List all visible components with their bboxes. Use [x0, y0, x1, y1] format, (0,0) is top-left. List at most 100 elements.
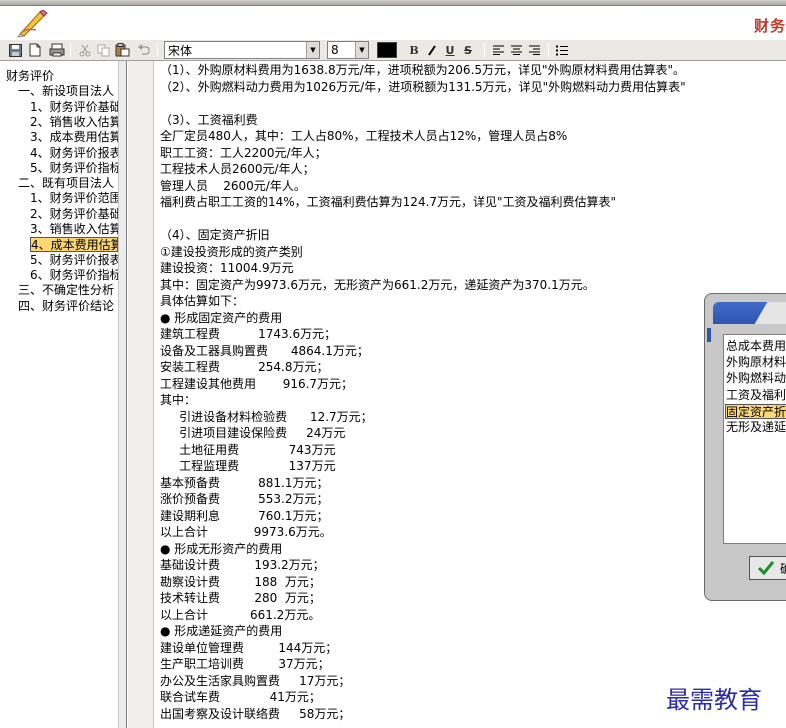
document-line: 涨价预备费 553.2万元； [160, 492, 329, 506]
tree-item[interactable]: 3、成本费用估算 [30, 130, 118, 145]
dialog-list-item[interactable]: 总成本费用 [726, 339, 786, 354]
toolbar-separator [548, 43, 549, 57]
document-line: 其中： [160, 393, 197, 407]
app-banner: 财务 [0, 6, 786, 40]
print-icon[interactable] [48, 42, 66, 58]
chevron-down-icon[interactable]: ▼ [306, 42, 319, 58]
tree-item[interactable]: 三、不确定性分析 [18, 283, 118, 298]
font-size-select[interactable]: 8 ▼ [327, 41, 369, 59]
dialog-list-item[interactable]: 工资及福利 [726, 388, 786, 403]
document-line: 基本预备费 881.1万元； [160, 475, 329, 490]
tree-item[interactable]: 2、财务评价基础 [30, 207, 118, 222]
tree-item[interactable]: 5、财务评价指标 [30, 161, 118, 176]
document-line: 联合试车费 41万元； [160, 690, 321, 704]
italic-icon[interactable] [425, 42, 439, 58]
dialog-list-item[interactable]: 无形及递延 [726, 420, 786, 435]
document-line: 职工工资：工人2200元/年人； [160, 145, 327, 160]
undo-icon[interactable] [136, 42, 150, 58]
document-line: 建设投资：11004.9万元 [160, 261, 294, 275]
dialog-list-item[interactable]: 固定资产折 [725, 403, 786, 419]
tree-item[interactable]: 四、财务评价结论 [18, 299, 118, 314]
text-color-swatch[interactable] [377, 42, 397, 58]
tree-item[interactable]: 6、财务评价指标 [30, 268, 118, 283]
document-line: 工程监理费 137万元 [160, 459, 336, 473]
document-line: （4）、固定资产折旧 [160, 228, 270, 242]
document-line: 建设期利息 760.1万元； [160, 508, 329, 523]
document-line: （1）、外购原材料费用为1638.8万元/年，进项税额为206.5万元，详见"外… [160, 63, 686, 77]
font-name-value: 宋体 [168, 43, 193, 58]
document-line: 引进项目建设保险费 24万元 [160, 426, 346, 440]
sidebar-scrollbar[interactable] [118, 61, 126, 728]
document-line: 办公及生活家具购置费 17万元； [160, 673, 351, 688]
strikethrough-icon[interactable]: S [461, 42, 475, 58]
pencil-icon [17, 10, 48, 38]
cost-table-dialog: 总成本费用外购原材料外购燃料动工资及福利固定资产折无形及递延 确 [704, 293, 786, 601]
tree-item[interactable]: 3、销售收入估算 [30, 222, 118, 237]
document-line: ● 形成递延资产的费用 [160, 624, 283, 638]
document-line: 具体估算如下： [160, 294, 245, 308]
dialog-ok-label: 确 [780, 560, 786, 577]
tree-item[interactable]: 1、财务评价基础 [30, 100, 118, 115]
tree-item[interactable]: 1、财务评价范围 [30, 191, 118, 206]
document-pane: （1）、外购原材料费用为1638.8万元/年，进项税额为206.5万元，详见"外… [128, 61, 786, 728]
document-line: 引进设备材料检验费 12.7万元； [160, 409, 373, 424]
tree-item[interactable]: 4、成本费用估算 [30, 237, 118, 253]
document-line: 福利费占职工工资的14%，工资福利费估算为124.7万元，详见"工资及福利费估算… [160, 195, 617, 209]
tree-item[interactable]: 5、财务评价报表 [30, 253, 118, 268]
document-line: 出国考察及设计联络费 58万元； [160, 706, 351, 721]
tree-item[interactable]: 一、新设项目法人 [18, 84, 118, 99]
chevron-down-icon[interactable]: ▼ [355, 42, 368, 58]
document-line: 工程技术人员2600元/年人； [160, 162, 315, 176]
dialog-ok-button[interactable]: 确 [749, 556, 786, 580]
watermark-text: 最需教育 [666, 686, 762, 714]
tree-item[interactable]: 4、财务评价报表 [30, 146, 118, 161]
document-line: 管理人员 2600元/年人。 [160, 178, 306, 193]
document-line: 建筑工程费 1743.6万元； [160, 327, 337, 341]
toolbar-separator [70, 43, 71, 57]
document-line: 全厂定员480人，其中：工人占80%，工程技术人员占12%，管理人员占8% [160, 129, 568, 143]
document-line: 安装工程费 254.8万元； [160, 360, 329, 374]
navigation-tree: 财务评价 一、新设项目法人 1、财务评价基础 2、销售收入估算 3、成本费用估算 4、财务… [0, 61, 127, 728]
font-size-value: 8 [331, 43, 339, 57]
paste-icon[interactable] [114, 42, 130, 58]
document-line: 设备及工器具购置费 4864.1万元； [160, 343, 369, 358]
document-line: （3）、工资福利费 [160, 112, 258, 127]
copy-icon[interactable] [96, 42, 110, 58]
document-line: 以上合计 661.2万元。 [160, 607, 321, 622]
dialog-list-item[interactable]: 外购燃料动 [726, 371, 786, 386]
document-line: 技术转让费 280 万元； [160, 591, 321, 605]
document-line: 建设单位管理费 144万元； [160, 640, 338, 655]
toolbar-separator [484, 43, 485, 57]
document-line: ①建设投资形成的资产类别 [160, 244, 303, 259]
font-name-select[interactable]: 宋体 ▼ [164, 41, 320, 59]
document-line: 勘察设计费 188 万元； [160, 574, 321, 589]
dialog-side-marker [707, 328, 711, 342]
document-line: 以上合计 9973.6万元。 [160, 525, 332, 539]
tree-item[interactable]: 财务评价 [6, 69, 118, 84]
document-line: 基础设计费 193.2万元； [160, 558, 325, 572]
bullets-icon[interactable] [555, 42, 569, 58]
document-vertical-ruler [128, 61, 154, 728]
toolbar-separator [157, 43, 158, 57]
document-line: 其中：固定资产为9973.6万元，无形资产为661.2万元，递延资产为370.1… [160, 277, 595, 292]
save-icon[interactable] [8, 42, 22, 58]
dialog-list-item[interactable]: 外购原材料 [726, 355, 786, 370]
document-line: 土地征用费 743万元 [160, 442, 336, 457]
cut-icon[interactable] [78, 42, 92, 58]
bold-icon[interactable]: B [407, 42, 421, 58]
document-line: ● 形成无形资产的费用 [160, 541, 283, 556]
document-line: 生产职工培训费 37万元； [160, 657, 330, 671]
document-line: （2）、外购燃料动力费用为1026万元/年，进项税额为131.5万元，详见"外购… [160, 79, 686, 94]
new-icon[interactable] [28, 42, 42, 58]
formatting-toolbar: 宋体 ▼ 8 ▼ B U S [0, 40, 786, 61]
app-title: 财务 [753, 17, 786, 35]
align-left-icon[interactable] [491, 42, 505, 58]
underline-icon[interactable]: U [443, 42, 457, 58]
document-line: ● 形成固定资产的费用 [160, 310, 283, 325]
dialog-table-list[interactable]: 总成本费用 外购原材料 外购燃料动工资及福利 固定资产折 无形及递延 [723, 334, 786, 544]
checkmark-icon [758, 561, 774, 575]
tree-item[interactable]: 2、销售收入估算 [30, 115, 118, 130]
align-right-icon[interactable] [527, 42, 541, 58]
align-center-icon[interactable] [509, 42, 523, 58]
tree-item[interactable]: 二、既有项目法人 [18, 176, 118, 191]
